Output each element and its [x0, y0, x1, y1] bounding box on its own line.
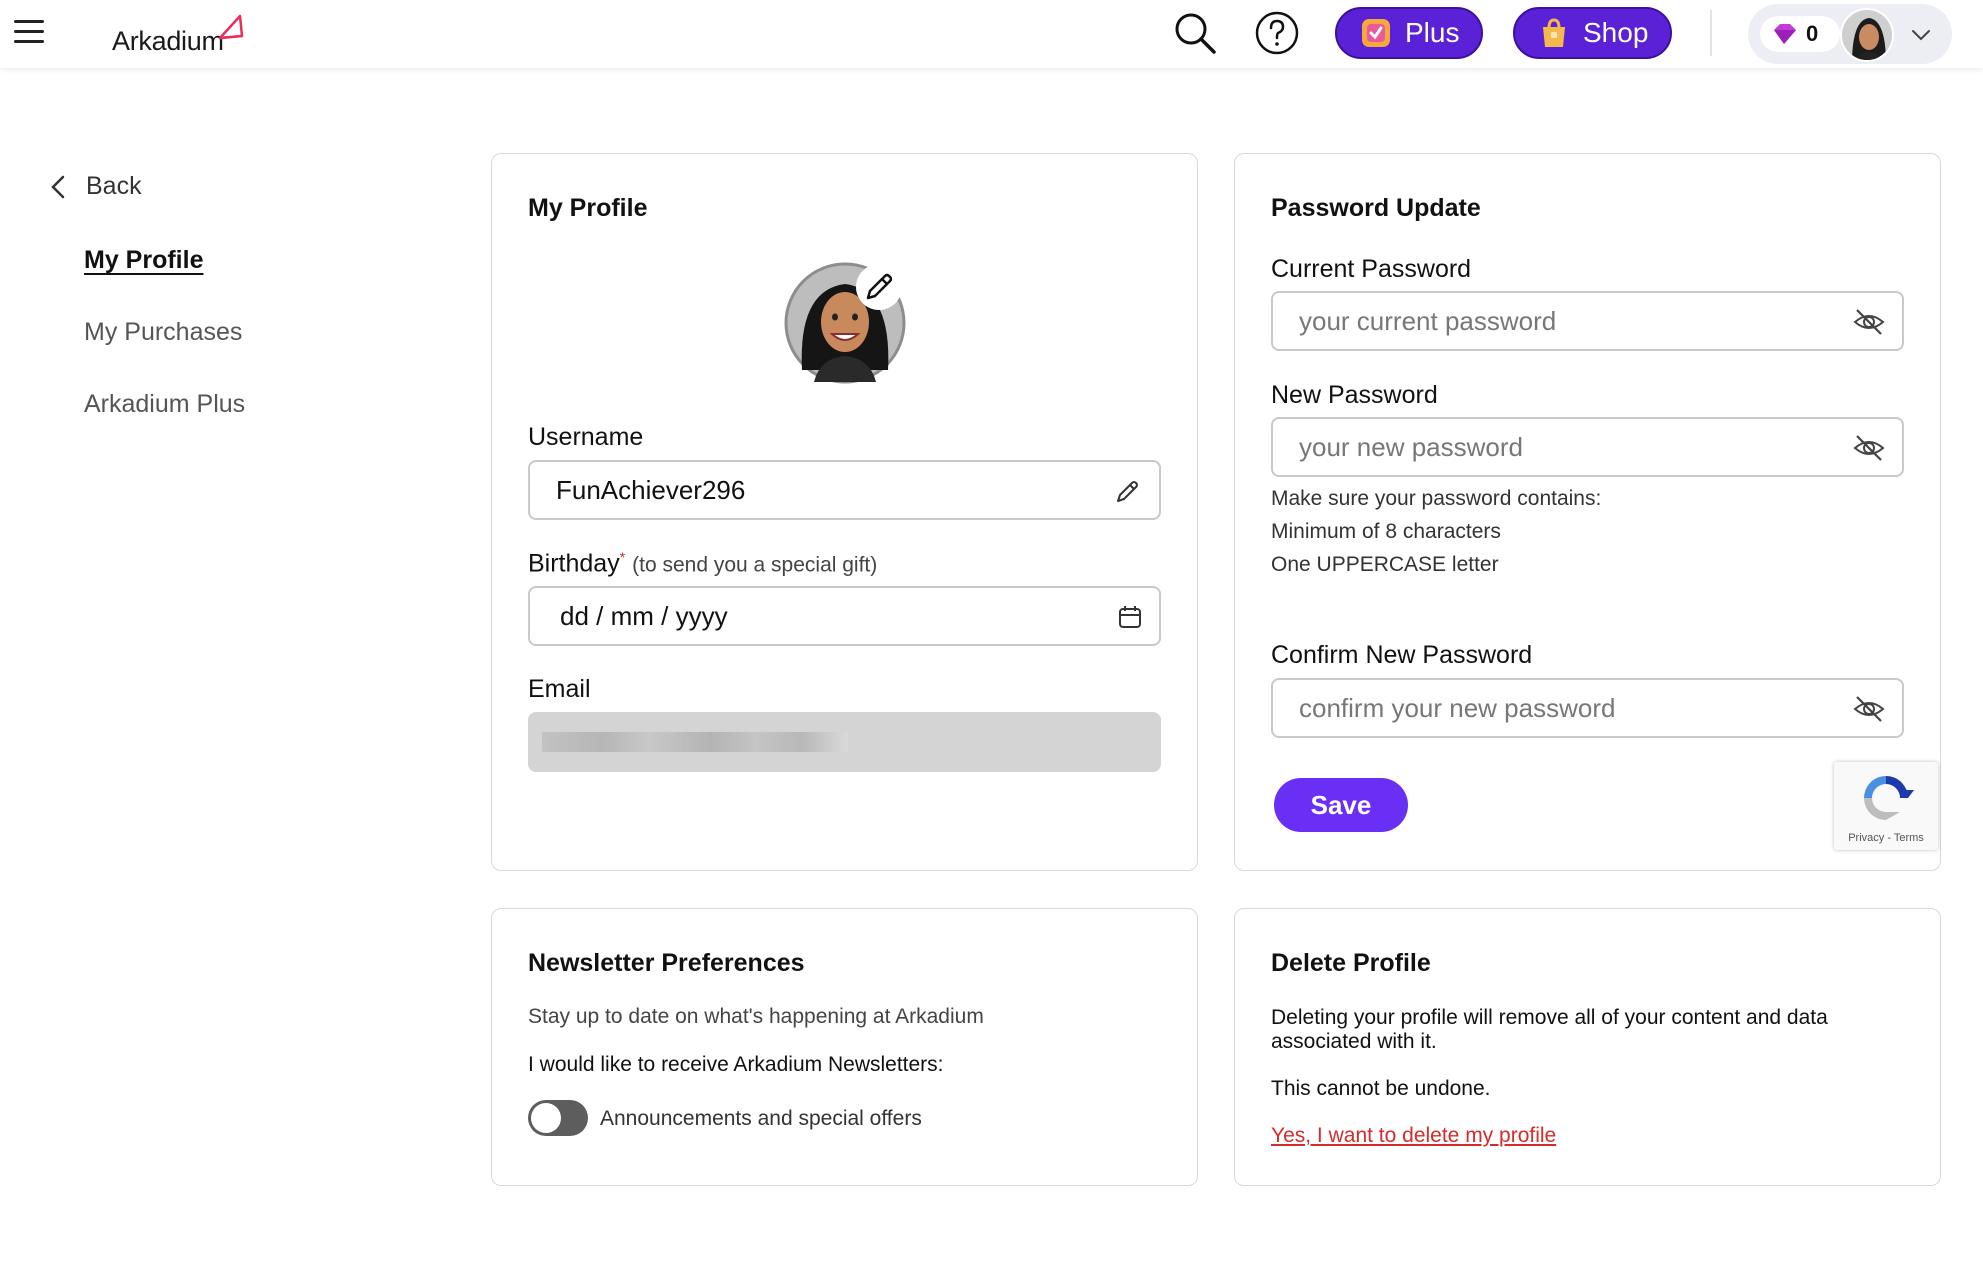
birthday-label: Birthday	[528, 549, 620, 578]
search-icon[interactable]	[1172, 10, 1218, 56]
gem-icon	[1774, 24, 1796, 44]
toggle-label: Announcements and special offers	[600, 1107, 922, 1130]
delete-profile-link[interactable]: Yes, I want to delete my profile	[1271, 1124, 1556, 1148]
password-rules-intro: Make sure your password contains:	[1271, 487, 1602, 510]
sidebar-item-arkadium-plus[interactable]: Arkadium Plus	[84, 390, 245, 419]
birthday-hint: (to send you a special gift)	[632, 553, 878, 577]
sidebar-item-my-purchases[interactable]: My Purchases	[84, 318, 242, 347]
delete-title: Delete Profile	[1271, 949, 1431, 977]
calendar-icon[interactable]	[1117, 604, 1143, 630]
email-field	[528, 712, 1161, 772]
edit-avatar-button[interactable]	[856, 264, 902, 310]
pencil-icon[interactable]	[1113, 476, 1143, 506]
plus-label: Plus	[1405, 17, 1460, 48]
shopping-bag-icon	[1543, 18, 1565, 47]
email-label: Email	[528, 675, 591, 703]
new-password-placeholder: your new password	[1299, 431, 1523, 462]
delete-description: Deleting your profile will remove all of…	[1271, 1006, 1828, 1053]
birthday-field[interactable]: dd / mm / yyyy	[528, 586, 1161, 646]
eye-off-icon[interactable]	[1852, 433, 1886, 463]
profile-avatar[interactable]	[784, 262, 906, 384]
gem-count: 0	[1806, 21, 1819, 46]
confirm-password-placeholder: confirm your new password	[1299, 692, 1616, 723]
redacted-email	[542, 732, 848, 752]
password-rule: One UPPERCASE letter	[1271, 553, 1499, 576]
new-password-label: New Password	[1271, 381, 1438, 409]
sidebar-item-my-profile[interactable]: My Profile	[84, 246, 203, 275]
save-button[interactable]: Save	[1274, 778, 1408, 832]
pencil-icon	[866, 273, 893, 300]
current-password-input[interactable]: your current password	[1271, 291, 1904, 351]
newsletter-subtitle: Stay up to date on what's happening at A…	[528, 1005, 984, 1028]
shop-button[interactable]: Shop	[1513, 7, 1673, 59]
password-title: Password Update	[1271, 194, 1481, 222]
confirm-password-label: Confirm New Password	[1271, 641, 1533, 669]
back-link[interactable]: Back	[50, 172, 142, 201]
shop-label: Shop	[1583, 17, 1649, 48]
recaptcha-badge[interactable]: Privacy - Terms	[1834, 762, 1938, 850]
username-field[interactable]: FunAchiever296	[528, 460, 1161, 520]
profile-title: My Profile	[528, 194, 648, 222]
password-rule: Minimum of 8 characters	[1271, 520, 1501, 543]
eye-off-icon[interactable]	[1852, 694, 1886, 724]
user-menu[interactable]: 0	[1748, 4, 1952, 64]
header-divider	[1710, 10, 1712, 56]
current-password-label: Current Password	[1271, 255, 1472, 283]
username-label: Username	[528, 423, 644, 451]
help-icon[interactable]	[1254, 10, 1300, 56]
birthday-label-row: Birthday* (to send you a special gift)	[528, 549, 877, 578]
confirm-password-input[interactable]: confirm your new password	[1271, 678, 1904, 738]
chevron-left-icon	[51, 175, 65, 198]
eye-off-icon[interactable]	[1852, 307, 1886, 337]
newsletter-prompt: I would like to receive Arkadium Newslet…	[528, 1053, 944, 1076]
current-password-placeholder: your current password	[1299, 305, 1557, 336]
new-password-input[interactable]: your new password	[1271, 417, 1904, 477]
plus-game-icon	[1362, 19, 1390, 47]
logo-text: Arkadium	[112, 26, 224, 56]
menu-icon[interactable]	[14, 20, 44, 46]
username-value: FunAchiever296	[556, 474, 746, 505]
birthday-placeholder: dd / mm / yyyy	[560, 600, 728, 631]
newsletter-toggle[interactable]	[528, 1100, 588, 1136]
delete-warning: This cannot be undone.	[1271, 1077, 1491, 1100]
avatar[interactable]	[1840, 8, 1894, 62]
toggle-knob	[531, 1103, 561, 1133]
required-marker: *	[619, 549, 626, 565]
recaptcha-icon	[1864, 776, 1914, 820]
back-label: Back	[86, 172, 142, 200]
newsletter-title: Newsletter Preferences	[528, 949, 805, 977]
chevron-down-icon[interactable]	[1910, 24, 1932, 46]
top-header: Arkadium Plus Shop 0	[0, 0, 1983, 68]
gem-balance[interactable]: 0	[1760, 16, 1840, 52]
plus-button[interactable]: Plus	[1335, 7, 1484, 59]
recaptcha-links[interactable]: Privacy - Terms	[1834, 832, 1938, 844]
logo-mark-icon	[218, 14, 244, 40]
